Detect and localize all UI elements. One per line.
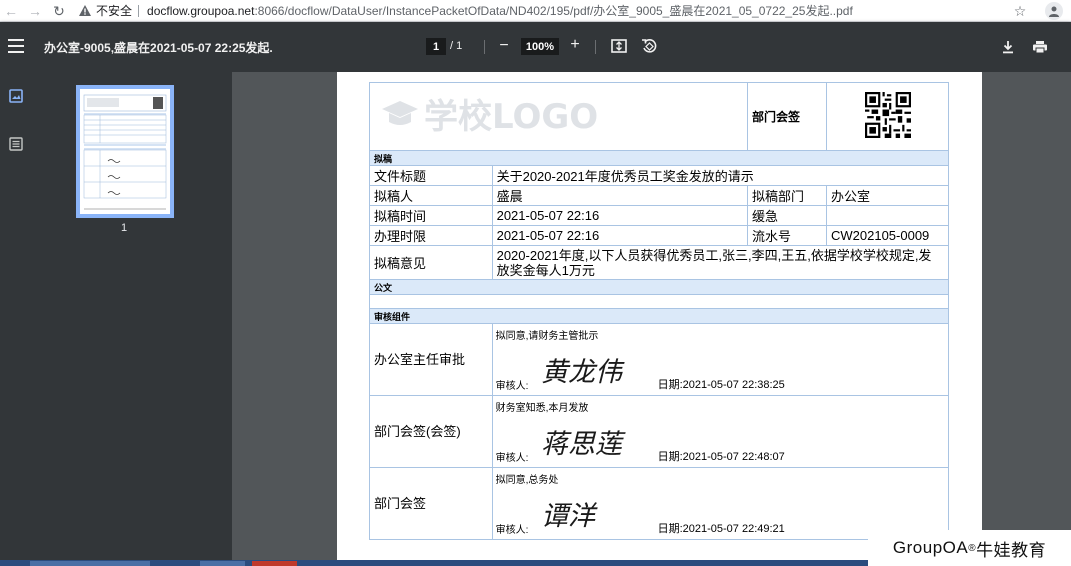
zoom-out-button[interactable]: − [497,37,511,55]
thumbnail-page-number: 1 [120,222,128,234]
review-note: 财务室知悉,本月发放 [495,403,589,414]
watermark-suffix: 牛娃教育 [976,540,1047,560]
thumbnail-sidebar: 1 [0,72,232,566]
review-body: 财务室知悉,本月发放 蒋思莲 审核人: 日期:2021-05-07 22:48:… [491,395,950,468]
fit-to-page-icon[interactable] [611,39,627,53]
url-host: docflow.groupoa.net [147,3,255,18]
reviewer-label: 审核人: [495,525,529,536]
review-label: 部门会签(会签) [369,395,493,468]
print-icon[interactable] [1032,39,1048,55]
qr-code-icon [864,92,911,138]
opinion-label: 拟稿意见 [369,245,493,280]
title-value: 关于2020-2021年度优秀员工奖金发放的请示 [491,165,950,186]
review-note: 拟同意,总务处 [495,475,559,486]
reviewer-label: 审核人: [495,453,529,464]
serial-label: 流水号 [747,225,827,246]
deadline-value: 2021-05-07 22:16 [491,225,749,246]
review-date: 日期:2021-05-07 22:49:21 [657,523,785,535]
download-icon[interactable] [1000,39,1016,55]
handwritten-signature: 谭洋 [541,501,598,532]
menu-icon[interactable] [8,39,24,53]
reload-icon[interactable]: ↻ [50,1,68,21]
page-total: / 1 [450,40,463,52]
review-body: 拟同意,请财务主管批示 黄龙伟 审核人: 日期:2021-05-07 22:38… [491,323,950,396]
opinion-value: 2020-2021年度,以下人员获得优秀员工,张三,李四,王五,依据学校学校规定… [491,245,950,280]
toolbar-divider [595,40,596,54]
review-date: 日期:2021-05-07 22:38:25 [657,379,785,391]
warning-icon [78,4,92,18]
profile-avatar-icon[interactable] [1045,2,1063,20]
handwritten-signature: 黄龙伟 [541,357,625,388]
watermark-registered: ® [968,542,977,554]
bookmark-star-icon[interactable]: ☆ [1011,2,1029,20]
taskbar-button[interactable] [200,561,245,566]
section-draft: 拟稿 [369,150,949,166]
drafter-value: 盛晨 [491,185,749,206]
toolbar-divider [484,40,485,54]
review-label: 部门会签 [369,467,493,540]
reviewer-label: 审核人: [495,381,529,392]
forward-arrow-icon[interactable]: → [26,1,44,21]
dept-sign-label: 部门会签 [747,82,827,151]
draft-time-value: 2021-05-07 22:16 [491,205,749,226]
drafter-label: 拟稿人 [369,185,493,206]
outline-view-icon[interactable] [9,137,23,151]
deadline-label: 办理时限 [369,225,493,246]
back-arrow-icon[interactable]: ← [2,1,20,21]
document-title: 办公室-9005,盛晨在2021-05-07 22:25发起. [44,41,273,55]
browser-address-bar: ← → ↻ 不安全 docflow.groupoa.net :8066/docf… [0,0,1071,22]
section-document: 公文 [369,279,949,295]
review-date: 日期:2021-05-07 22:48:07 [657,451,785,463]
pdf-viewer[interactable]: 学校LOGO 部门会签 拟稿 文件标题 关于2020-2021年度优秀员工奖金发… [232,72,1071,566]
zoom-in-button[interactable]: + [568,36,582,54]
title-label: 文件标题 [369,165,493,186]
serial-value: CW202105-0009 [826,225,949,246]
logo-cell: 学校LOGO [369,82,748,151]
section-review: 审核组件 [369,308,949,324]
taskbar-button[interactable] [252,561,297,566]
url-path: :8066/docflow/DataUser/InstancePacketOfD… [254,4,853,18]
svg-text:黄龙伟: 黄龙伟 [541,357,625,388]
dept-value: 办公室 [826,185,949,206]
qr-code-cell [826,82,949,151]
svg-text:蒋思莲: 蒋思莲 [541,429,626,460]
brand-watermark: GroupOA ® 牛娃教育 [868,530,1071,566]
taskbar-button[interactable] [30,561,150,566]
insecure-label: 不安全 [96,4,133,18]
page-thumbnail[interactable] [76,85,174,218]
thumbnail-view-icon[interactable] [9,89,23,103]
omnibox[interactable]: 不安全 docflow.groupoa.net :8066/docflow/Da… [78,1,999,20]
urgency-value [826,205,949,226]
rotate-icon[interactable] [641,38,657,54]
document-blank-row [369,294,949,309]
handwritten-signature: 蒋思莲 [541,429,626,460]
svg-text:谭洋: 谭洋 [541,501,598,532]
pdf-page: 学校LOGO 部门会签 拟稿 文件标题 关于2020-2021年度优秀员工奖金发… [337,72,982,562]
review-note: 拟同意,请财务主管批示 [495,331,599,342]
school-logo-image: 学校LOGO [382,97,598,137]
review-body: 拟同意,总务处 谭洋 审核人: 日期:2021-05-07 22:49:21 [491,467,950,540]
approval-form-table: 学校LOGO 部门会签 拟稿 文件标题 关于2020-2021年度优秀员工奖金发… [369,82,950,540]
draft-time-label: 拟稿时间 [369,205,493,226]
urgency-label: 缓急 [747,205,827,226]
zoom-level-input[interactable]: 100% [521,38,559,55]
logo-text: 学校LOGO [424,97,598,135]
watermark-brand: GroupOA [892,538,969,557]
page-number-input[interactable]: 1 [426,38,446,55]
dept-label: 拟稿部门 [747,185,827,206]
omnibox-separator [138,4,140,17]
review-label: 办公室主任审批 [369,323,493,396]
pdf-toolbar: 办公室-9005,盛晨在2021-05-07 22:25发起. 1 / 1 − … [0,22,1071,72]
